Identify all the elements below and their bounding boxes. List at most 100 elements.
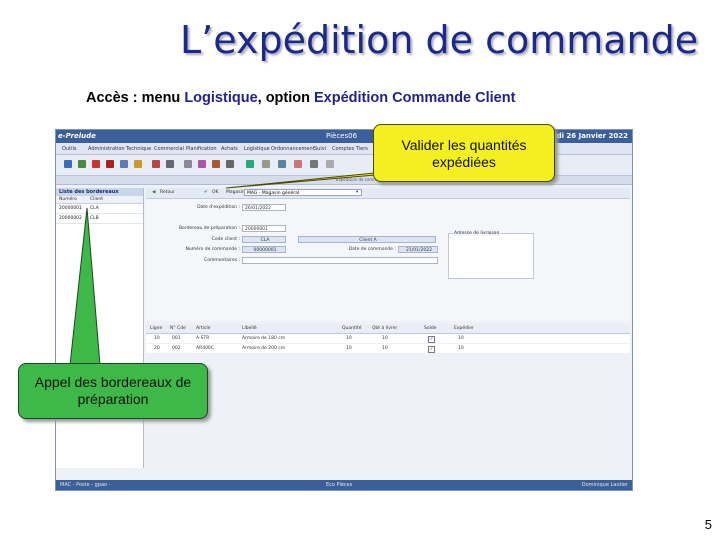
grid-icon[interactable] — [166, 160, 174, 168]
status-bar: MAC - Poste - gpao - Eco Pièces Dominiqu… — [56, 480, 632, 490]
col-libelle[interactable]: Libellé — [242, 326, 257, 331]
callout-valider: Valider les quantités expédiées — [373, 124, 555, 182]
tag-icon[interactable] — [212, 160, 220, 168]
menu-item-technique[interactable]: Technique — [126, 146, 151, 152]
cell-article: A-STR — [196, 336, 210, 341]
bordereau-label: Bordereau de préparation : — [178, 226, 240, 231]
col-numero[interactable]: Numéro — [59, 197, 77, 202]
client-name-field: Client A — [298, 236, 436, 243]
cell-qte-livrer: 10 — [382, 336, 388, 341]
app-window: e-Prelude Pièces06 Mercredi 26 Janvier 2… — [55, 129, 633, 491]
chevron-down-icon[interactable]: ▾ — [356, 190, 358, 195]
bordereau-row[interactable]: 20000001 CLA — [56, 204, 143, 214]
menu-item-planification[interactable]: Planification — [186, 146, 217, 152]
cell-qte-livrer: 10 — [382, 346, 388, 351]
commentaires-label: Commentaires : — [204, 258, 240, 263]
bordereau-numero: 20000001 — [59, 206, 82, 211]
magasin-label: Magasin — [226, 190, 245, 195]
list-icon[interactable] — [310, 160, 318, 168]
cell-quantite: 10 — [346, 336, 352, 341]
delete-icon[interactable] — [92, 160, 100, 168]
app-company: Pièces06 — [326, 132, 358, 140]
date-expedition-field[interactable]: 26/01/2022 — [242, 204, 286, 211]
col-expedier[interactable]: Expédier — [454, 326, 474, 331]
stop-icon[interactable] — [106, 160, 114, 168]
status-right: Dominique Lautier — [581, 482, 628, 488]
code-client-field[interactable]: CLA — [242, 236, 286, 243]
bordereau-numero: 20000002 — [59, 216, 82, 221]
slide-subtitle: Accès : menu Logistique, option Expéditi… — [86, 90, 515, 106]
date-commande-field: 21/01/2022 — [398, 246, 438, 253]
cell-libelle: Armoire de 180 cm — [242, 336, 286, 341]
menu-item-achats[interactable]: Achats — [221, 146, 238, 152]
col-quantite[interactable]: Quantité — [342, 326, 362, 331]
truck-icon[interactable] — [262, 160, 270, 168]
folder-icon[interactable] — [134, 160, 142, 168]
date-commande-label: Date de commande : — [348, 247, 396, 252]
col-ligne[interactable]: Ligne — [150, 326, 162, 331]
bordereau-client: CLB — [90, 216, 99, 221]
ok-button[interactable]: OK — [212, 190, 219, 195]
print-icon[interactable] — [120, 160, 128, 168]
cell-ligne: 20 — [154, 346, 160, 351]
menu-item-logistique[interactable]: Logistique — [244, 146, 270, 152]
subtitle-prefix: Accès : menu — [86, 90, 185, 106]
menu-item-administration[interactable]: Administration — [88, 146, 125, 152]
magasin-select[interactable]: MAG - Magasin général — [244, 189, 362, 196]
col-cde[interactable]: N° Cde — [170, 326, 186, 331]
cell-expedier[interactable]: 10 — [458, 346, 464, 351]
box-icon[interactable] — [246, 160, 254, 168]
num-commande-field[interactable]: 00000001 — [242, 246, 286, 253]
action-bar: ◀ Retour ✔ OK Magasin MAG - Magasin géné… — [146, 188, 630, 199]
slide-title: L’expédition de commande — [180, 18, 699, 62]
status-center: Eco Pièces — [326, 482, 353, 488]
chart-icon[interactable] — [198, 160, 206, 168]
status-left: MAC - Poste - gpao - — [60, 482, 111, 488]
commentaires-field[interactable] — [242, 257, 438, 264]
date-expedition-label: Date d'expédition : — [197, 205, 240, 210]
cell-libelle: Armoire de 200 cm — [242, 346, 286, 351]
code-client-label: Code client : — [211, 237, 240, 242]
table-row[interactable]: 10 001 A-STR Armoire de 180 cm 10 10 ✓ 1… — [146, 334, 630, 344]
tools-icon[interactable] — [184, 160, 192, 168]
open-icon[interactable] — [78, 160, 86, 168]
app-logo: e-Prelude — [58, 132, 96, 140]
bordereau-row[interactable]: 20000002 CLB — [56, 214, 143, 224]
subtitle-option: Expédition Commande Client — [314, 90, 516, 106]
col-solde[interactable]: Solde — [424, 326, 437, 331]
menu-item-ordonnancement[interactable]: Ordonnancement — [271, 146, 315, 152]
bordereau-field[interactable]: 20000001 — [242, 225, 286, 232]
menu-item-outils[interactable]: Outils — [62, 146, 76, 152]
bordereau-client: CLA — [90, 206, 99, 211]
menu-item-suivi[interactable]: Suivi — [314, 146, 326, 152]
expedition-form: Date d'expédition : 26/01/2022 Bordereau… — [146, 199, 630, 321]
menu-item-commercial[interactable]: Commercial — [154, 146, 184, 152]
col-client[interactable]: Client — [90, 197, 103, 202]
settings-icon[interactable] — [226, 160, 234, 168]
retour-button[interactable]: Retour — [160, 190, 175, 195]
subtitle-mid: , option — [257, 90, 315, 106]
num-commande-label: Numéro de commande : — [185, 247, 240, 252]
solde-checkbox[interactable]: ✓ — [428, 336, 435, 343]
calendar-icon[interactable] — [278, 160, 286, 168]
new-icon[interactable] — [64, 160, 72, 168]
lignes-grid: Ligne N° Cde Article Libellé Quantité Qt… — [146, 324, 630, 354]
page-number: 5 — [704, 517, 712, 532]
table-row[interactable]: 20 002 AR400C Armoire de 200 cm 10 10 ✓ … — [146, 344, 630, 354]
adresse-livraison-title: Adresse de livraison — [453, 231, 501, 236]
help-icon[interactable] — [326, 160, 334, 168]
adresse-livraison-box: Adresse de livraison — [448, 231, 534, 279]
bordereaux-title: Liste des bordereaux — [56, 188, 143, 196]
col-article[interactable]: Article — [196, 326, 210, 331]
bordereaux-header: Numéro Client — [56, 196, 143, 204]
cell-expedier[interactable]: 10 — [458, 336, 464, 341]
cell-article: AR400C — [196, 346, 214, 351]
col-qte-livrer[interactable]: Qté à livrer — [372, 326, 397, 331]
user-icon[interactable] — [294, 160, 302, 168]
back-arrow-icon[interactable]: ◀ — [152, 190, 155, 195]
solde-checkbox[interactable]: ✓ — [428, 346, 435, 353]
menu-item-comptes-tiers[interactable]: Comptes Tiers — [332, 146, 368, 152]
cell-cde: 001 — [172, 336, 181, 341]
book-icon[interactable] — [152, 160, 160, 168]
check-icon[interactable]: ✔ — [204, 190, 208, 195]
